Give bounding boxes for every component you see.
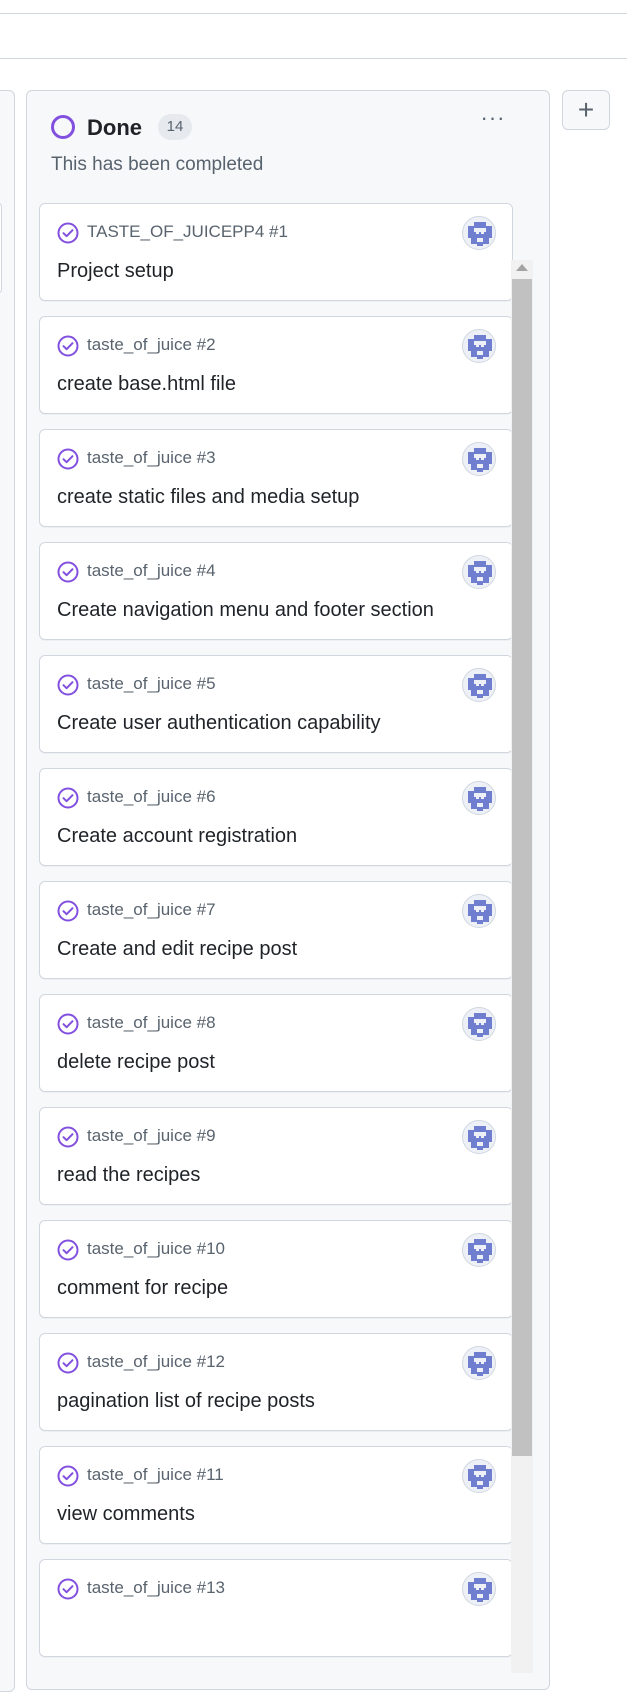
identicon-avatar-icon[interactable]	[462, 1346, 496, 1380]
done-column: Done 14 ··· This has been completed TAST…	[26, 90, 550, 1690]
issue-title[interactable]: Create account registration	[57, 825, 297, 848]
issue-reference-link[interactable]: taste_of_juice #10	[87, 1239, 225, 1259]
issue-card[interactable]: taste_of_juice #9 read the recipes	[39, 1107, 513, 1205]
identicon-avatar-icon[interactable]	[462, 1120, 496, 1154]
done-circle-icon	[51, 115, 75, 139]
column-description: This has been completed	[51, 154, 264, 175]
identicon-avatar-icon[interactable]	[462, 216, 496, 250]
add-column-button[interactable]: +	[562, 90, 610, 130]
identicon-avatar-icon[interactable]	[462, 442, 496, 476]
previous-column-card[interactable]	[0, 202, 2, 294]
issue-reference-link[interactable]: taste_of_juice #13	[87, 1578, 225, 1598]
issue-card[interactable]: taste_of_juice #10 comment for recipe	[39, 1220, 513, 1318]
scroll-up-arrow-icon[interactable]	[516, 264, 528, 271]
scrollbar-thumb[interactable]	[512, 279, 532, 1456]
issue-title[interactable]: Project setup	[57, 260, 174, 283]
issue-reference-link[interactable]: taste_of_juice #2	[87, 335, 216, 355]
issue-reference-link[interactable]: taste_of_juice #7	[87, 900, 216, 920]
identicon-avatar-icon[interactable]	[462, 1007, 496, 1041]
issue-reference-link[interactable]: taste_of_juice #4	[87, 561, 216, 581]
check-circle-icon	[57, 1239, 79, 1261]
issue-reference-link[interactable]: taste_of_juice #9	[87, 1126, 216, 1146]
check-circle-icon	[57, 335, 79, 357]
issue-card[interactable]: taste_of_juice #8 delete recipe post	[39, 994, 513, 1092]
check-circle-icon	[57, 674, 79, 696]
column-title: Done	[87, 115, 142, 140]
check-circle-icon	[57, 1465, 79, 1487]
check-circle-icon	[57, 1352, 79, 1374]
issue-reference-link[interactable]: taste_of_juice #5	[87, 674, 216, 694]
check-circle-icon	[57, 448, 79, 470]
check-circle-icon	[57, 1126, 79, 1148]
identicon-avatar-icon[interactable]	[462, 781, 496, 815]
check-circle-icon	[57, 222, 79, 244]
issue-title[interactable]: read the recipes	[57, 1164, 200, 1187]
identicon-avatar-icon[interactable]	[462, 1459, 496, 1493]
top-bar	[0, 13, 627, 59]
project-board: Done 14 ··· This has been completed TAST…	[0, 60, 627, 1692]
previous-column	[0, 90, 15, 1692]
check-circle-icon	[57, 900, 79, 922]
issue-reference-link[interactable]: taste_of_juice #12	[87, 1352, 225, 1372]
identicon-avatar-icon[interactable]	[462, 1233, 496, 1267]
issue-title[interactable]: create base.html file	[57, 373, 236, 396]
issue-title[interactable]: comment for recipe	[57, 1277, 228, 1300]
issue-card[interactable]: taste_of_juice #7 Create and edit recipe …	[39, 881, 513, 979]
issue-reference-link[interactable]: taste_of_juice #3	[87, 448, 216, 468]
issue-reference-link[interactable]: taste_of_juice #8	[87, 1013, 216, 1033]
issue-reference-link[interactable]: taste_of_juice #6	[87, 787, 216, 807]
identicon-avatar-icon[interactable]	[462, 894, 496, 928]
issue-card[interactable]: taste_of_juice #4 Create navigation menu …	[39, 542, 513, 640]
issue-title[interactable]: Create user authentication capability	[57, 712, 381, 735]
column-item-count: 14	[158, 114, 192, 140]
identicon-avatar-icon[interactable]	[462, 1572, 496, 1606]
issue-title[interactable]: Create navigation menu and footer sectio…	[57, 599, 434, 622]
issue-reference-link[interactable]: taste_of_juice #11	[87, 1465, 224, 1485]
identicon-avatar-icon[interactable]	[462, 668, 496, 702]
issue-title[interactable]: pagination list of recipe posts	[57, 1390, 315, 1413]
issue-reference-link[interactable]: TASTE_OF_JUICEPP4 #1	[87, 222, 288, 242]
issue-card[interactable]: taste_of_juice #12 pagination list of rec…	[39, 1333, 513, 1431]
issue-title[interactable]: create static files and media setup	[57, 486, 359, 509]
identicon-avatar-icon[interactable]	[462, 329, 496, 363]
check-circle-icon	[57, 561, 79, 583]
column-header: Done 14 ··· This has been completed	[27, 91, 549, 191]
issue-card[interactable]: TASTE_OF_JUICEPP4 #1 Project setup	[39, 203, 513, 301]
column-scrollbar[interactable]	[511, 260, 533, 1673]
card-list: TASTE_OF_JUICEPP4 #1 Project setup taste_o…	[39, 203, 513, 1672]
issue-card[interactable]: taste_of_juice #5 Create user authenticat…	[39, 655, 513, 753]
issue-title[interactable]: view comments	[57, 1503, 195, 1526]
issue-card[interactable]: taste_of_juice #2 create base.html file	[39, 316, 513, 414]
check-circle-icon	[57, 1013, 79, 1035]
issue-title[interactable]: Create and edit recipe post	[57, 938, 297, 961]
issue-card[interactable]: taste_of_juice #6 Create account registra…	[39, 768, 513, 866]
check-circle-icon	[57, 787, 79, 809]
check-circle-icon	[57, 1578, 79, 1600]
issue-title[interactable]: delete recipe post	[57, 1051, 215, 1074]
issue-card[interactable]: taste_of_juice #13	[39, 1559, 513, 1657]
column-more-button[interactable]: ···	[475, 107, 511, 137]
issue-card[interactable]: taste_of_juice #3 create static files and…	[39, 429, 513, 527]
issue-card[interactable]: taste_of_juice #11 view comments	[39, 1446, 513, 1544]
identicon-avatar-icon[interactable]	[462, 555, 496, 589]
